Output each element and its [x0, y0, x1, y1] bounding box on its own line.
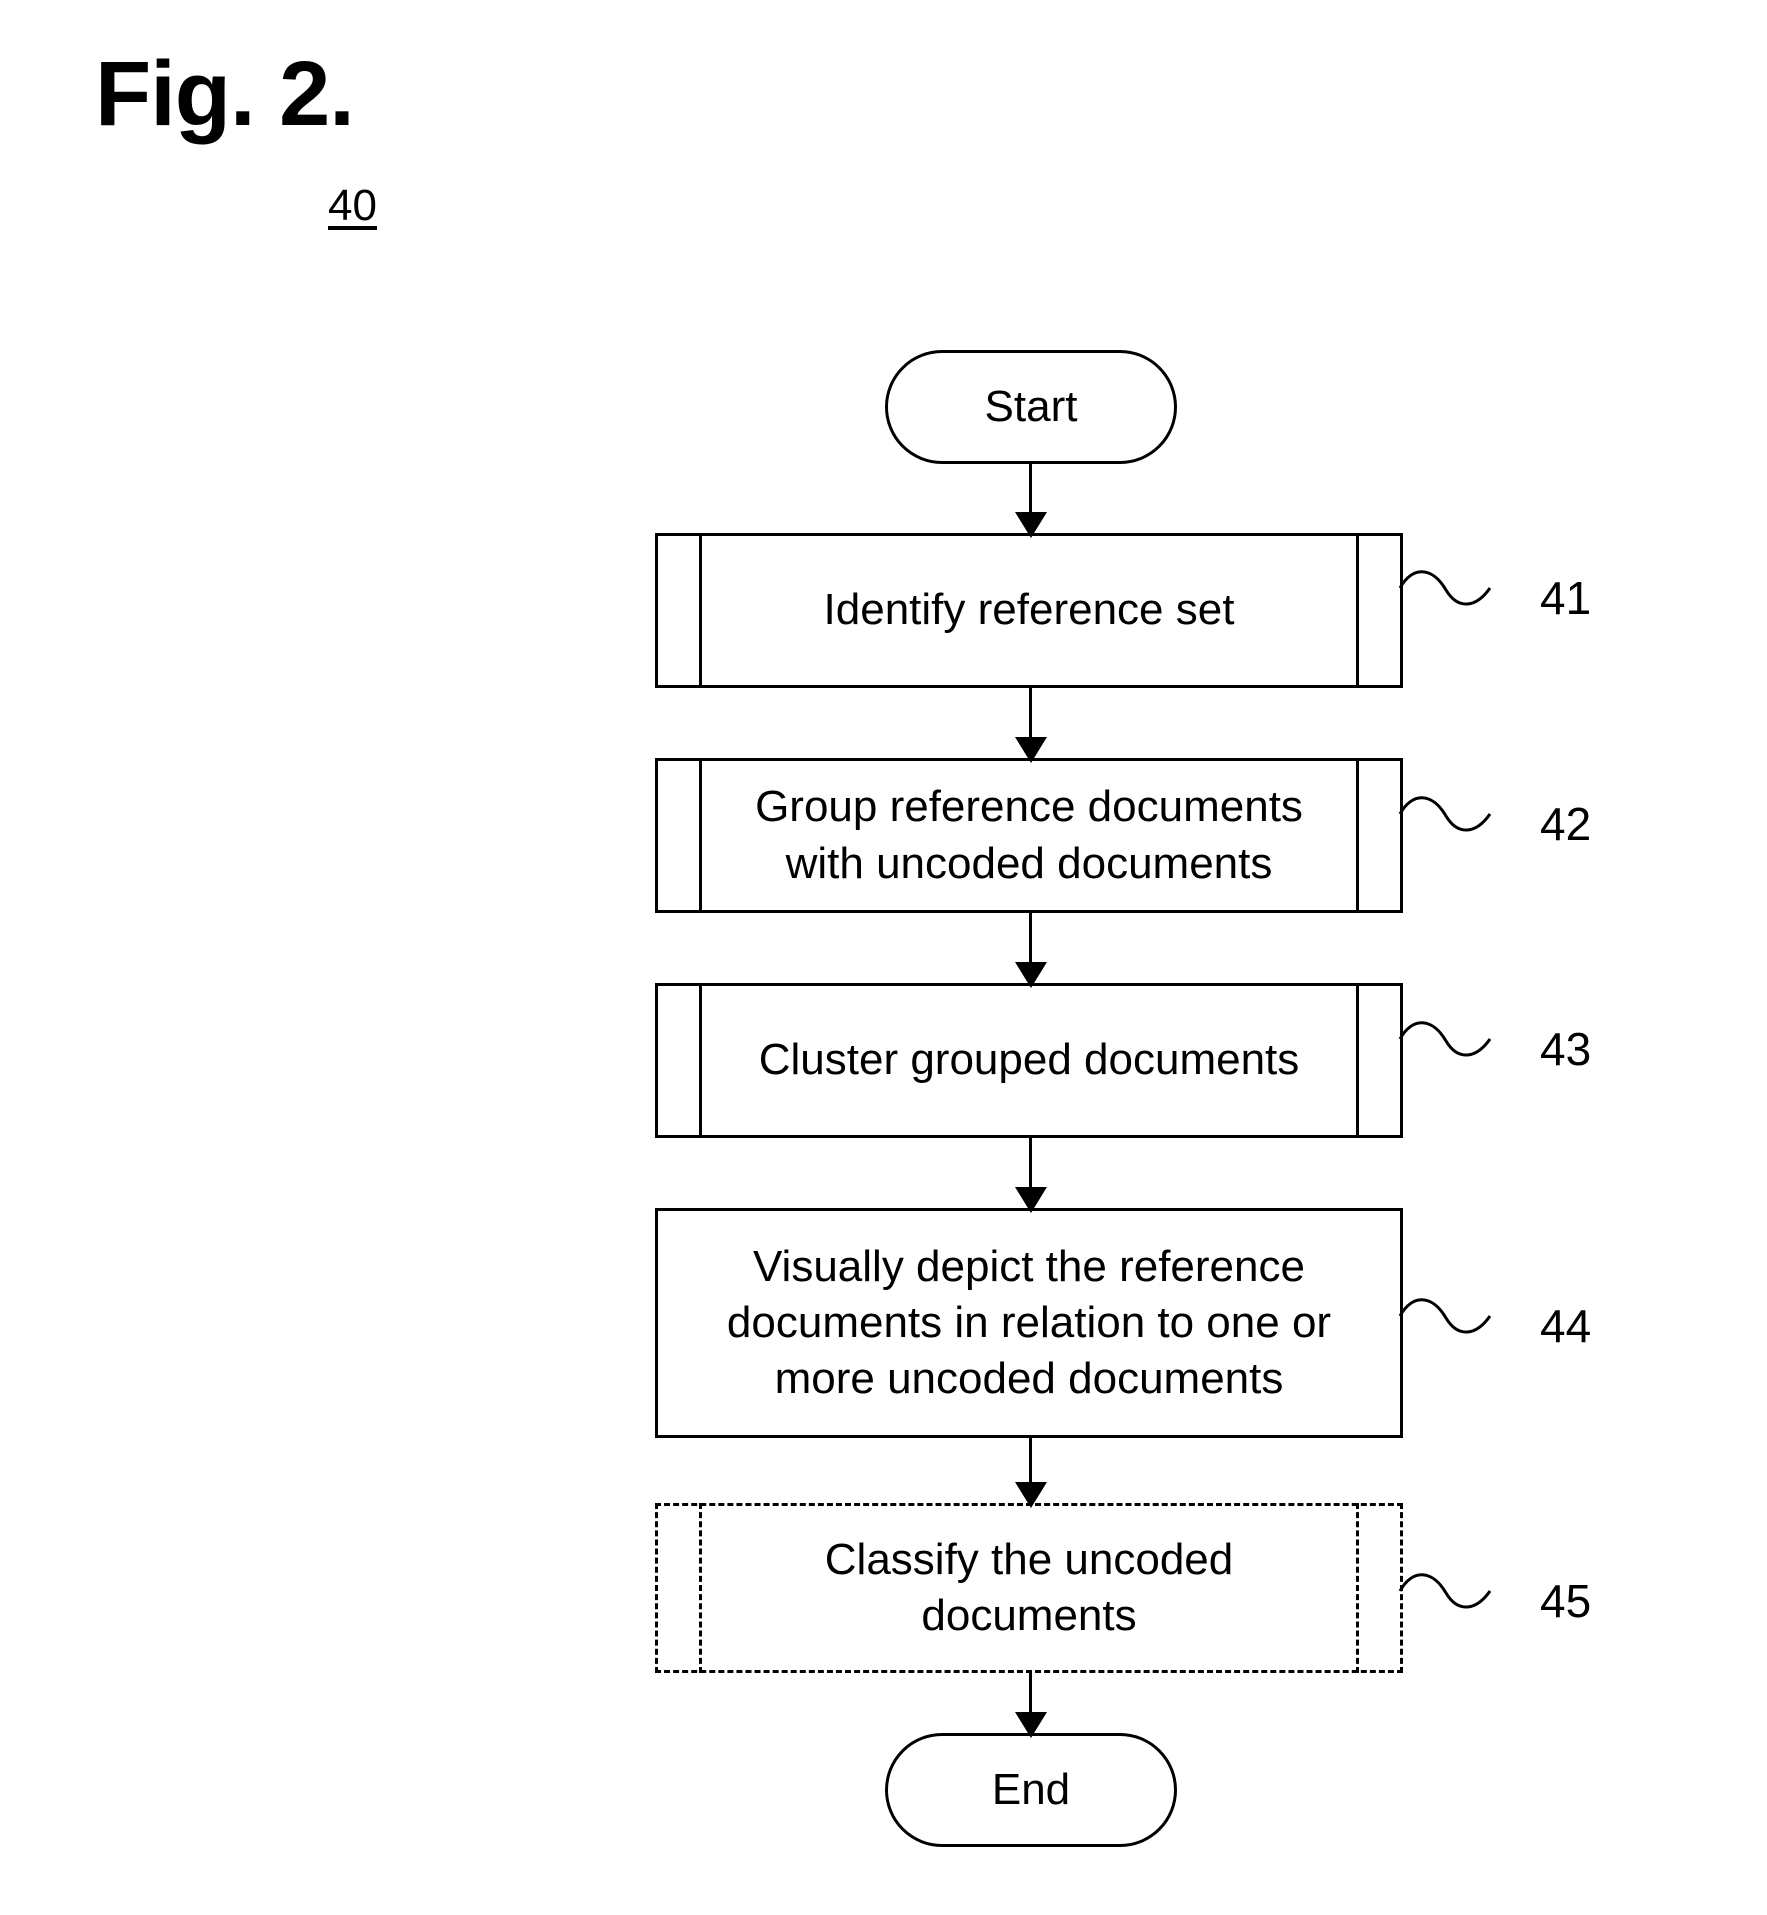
flow-node-44-label: Visually depict the reference documents …	[726, 1241, 1332, 1404]
flow-node-44-visually-depict: Visually depict the reference documents …	[655, 1208, 1403, 1438]
connector-45-to-end	[1015, 1673, 1047, 1738]
arrowhead-icon	[1015, 1482, 1047, 1508]
arrowhead-icon	[1015, 512, 1047, 538]
flow-node-41-label: Identify reference set	[823, 585, 1235, 635]
leader-line-43	[1398, 1021, 1492, 1057]
arrowhead-icon	[1015, 1187, 1047, 1213]
leader-line-44	[1398, 1298, 1492, 1334]
connector-44-to-45	[1015, 1438, 1047, 1508]
flow-node-start-label: Start	[984, 382, 1078, 431]
flow-node-45-classify-uncoded-documents: Classify the uncoded documents	[655, 1503, 1403, 1673]
flow-node-42-group-reference-documents: Group reference documents with uncoded d…	[655, 758, 1403, 913]
arrowhead-icon	[1015, 962, 1047, 988]
arrowhead-icon	[1015, 1712, 1047, 1738]
flow-node-end-label: End	[991, 1765, 1071, 1814]
flow-node-42-label: Group reference documents with uncoded d…	[755, 782, 1303, 888]
reference-number-43: 43	[1540, 1023, 1592, 1075]
leader-line-41	[1398, 570, 1492, 606]
reference-number-45: 45	[1540, 1575, 1592, 1627]
reference-number-44: 44	[1540, 1300, 1592, 1352]
flow-node-43-cluster-grouped-documents: Cluster grouped documents	[655, 983, 1403, 1138]
reference-number-42: 42	[1540, 798, 1592, 850]
flow-node-43-label: Cluster grouped documents	[758, 1035, 1300, 1085]
flow-node-end: End	[885, 1733, 1177, 1847]
connector-start-to-41	[1015, 464, 1047, 538]
flow-node-start: Start	[885, 350, 1177, 464]
connector-41-to-42	[1015, 688, 1047, 763]
reference-number-41: 41	[1540, 572, 1592, 624]
connector-42-to-43	[1015, 913, 1047, 988]
leader-line-42	[1398, 796, 1492, 832]
leader-line-45	[1398, 1573, 1492, 1609]
figure-canvas: Fig. 2. 40 Start Identify reference set …	[0, 0, 1767, 1915]
figure-reference-number: 40	[328, 181, 377, 230]
connector-43-to-44	[1015, 1138, 1047, 1213]
flow-node-45-label: Classify the uncoded documents	[824, 1534, 1234, 1640]
figure-title: Fig. 2.	[95, 43, 355, 145]
arrowhead-icon	[1015, 737, 1047, 763]
flow-node-41-identify-reference-set: Identify reference set	[655, 533, 1403, 688]
